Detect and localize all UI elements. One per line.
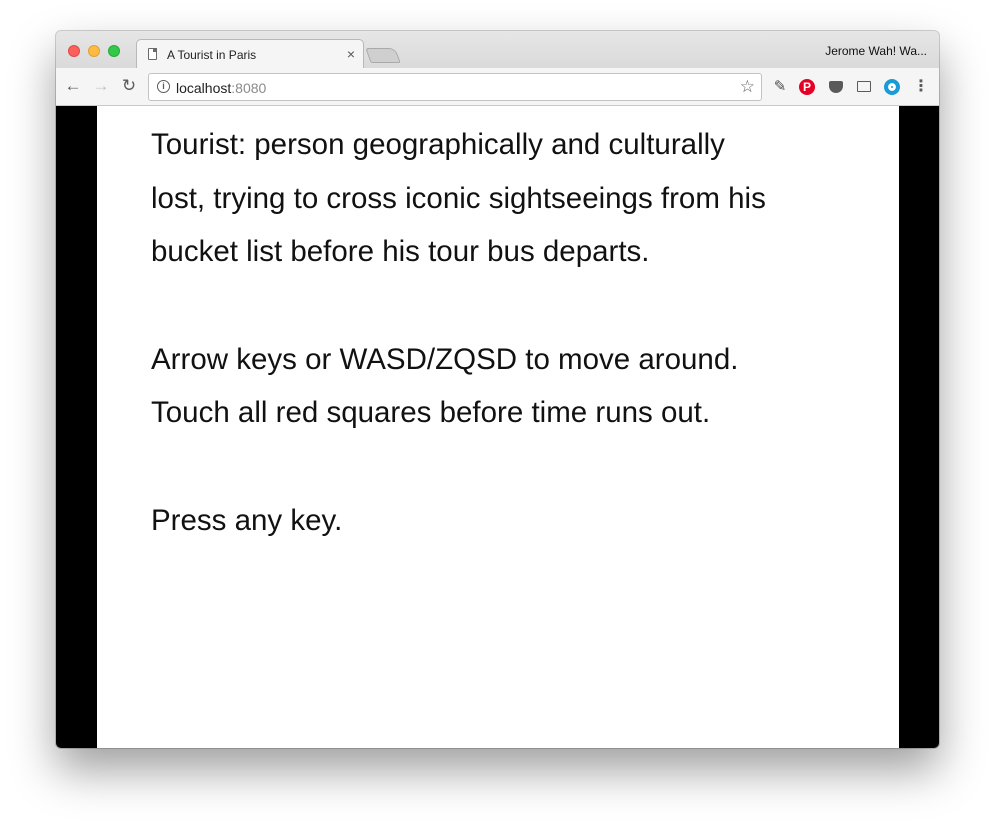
pinterest-icon[interactable]: P	[799, 79, 815, 95]
page-icon	[148, 48, 157, 60]
tab-title: A Tourist in Paris	[167, 48, 257, 62]
tab-close-icon[interactable]: ×	[347, 46, 355, 62]
intro-line: lost, trying to cross iconic sightseeing…	[151, 182, 766, 215]
new-tab-button[interactable]	[365, 48, 401, 63]
start-prompt: Press any key.	[151, 504, 343, 537]
title-bar: A Tourist in Paris × Jerome Wah! Wa...	[56, 31, 939, 69]
instruction-line: Touch all red squares before time runs o…	[151, 396, 711, 429]
page-viewport: Tourist: person geographically and cultu…	[56, 106, 939, 748]
cast-icon[interactable]	[855, 78, 873, 96]
browser-tab[interactable]: A Tourist in Paris ×	[136, 39, 364, 69]
intro-line: Tourist: person geographically and cultu…	[151, 128, 725, 161]
info-icon[interactable]: i	[157, 80, 170, 93]
url-port: :8080	[231, 80, 267, 96]
minimize-window-button[interactable]	[88, 45, 100, 57]
instruction-line: Arrow keys or WASD/ZQSD to move around.	[151, 343, 739, 376]
reload-icon[interactable]: ↻	[120, 77, 138, 95]
close-window-button[interactable]	[68, 45, 80, 57]
star-icon[interactable]: ☆	[740, 77, 755, 97]
evernote-icon[interactable]: ✎	[771, 78, 789, 96]
pocket-icon[interactable]	[827, 78, 845, 96]
profile-name[interactable]: Jerome Wah! Wa...	[825, 44, 927, 58]
url-text[interactable]: localhost:8080	[176, 80, 266, 96]
url-host: localhost	[176, 80, 232, 96]
more-vertical-icon[interactable]: ⋮	[912, 78, 930, 96]
circle-extension-icon[interactable]	[883, 78, 901, 96]
intro-line: bucket list before his tour bus departs.	[151, 235, 650, 268]
arrow-left-icon[interactable]: ←	[64, 77, 82, 95]
browser-toolbar: ← → ↻ i localhost:8080 ☆ ✎ P ⋮	[56, 68, 939, 106]
browser-window: A Tourist in Paris × Jerome Wah! Wa... ←…	[56, 31, 939, 748]
address-bar[interactable]: i localhost:8080 ☆	[148, 73, 762, 101]
arrow-right-icon[interactable]: →	[92, 77, 110, 95]
game-canvas[interactable]: Tourist: person geographically and cultu…	[97, 106, 899, 748]
maximize-window-button[interactable]	[108, 45, 120, 57]
